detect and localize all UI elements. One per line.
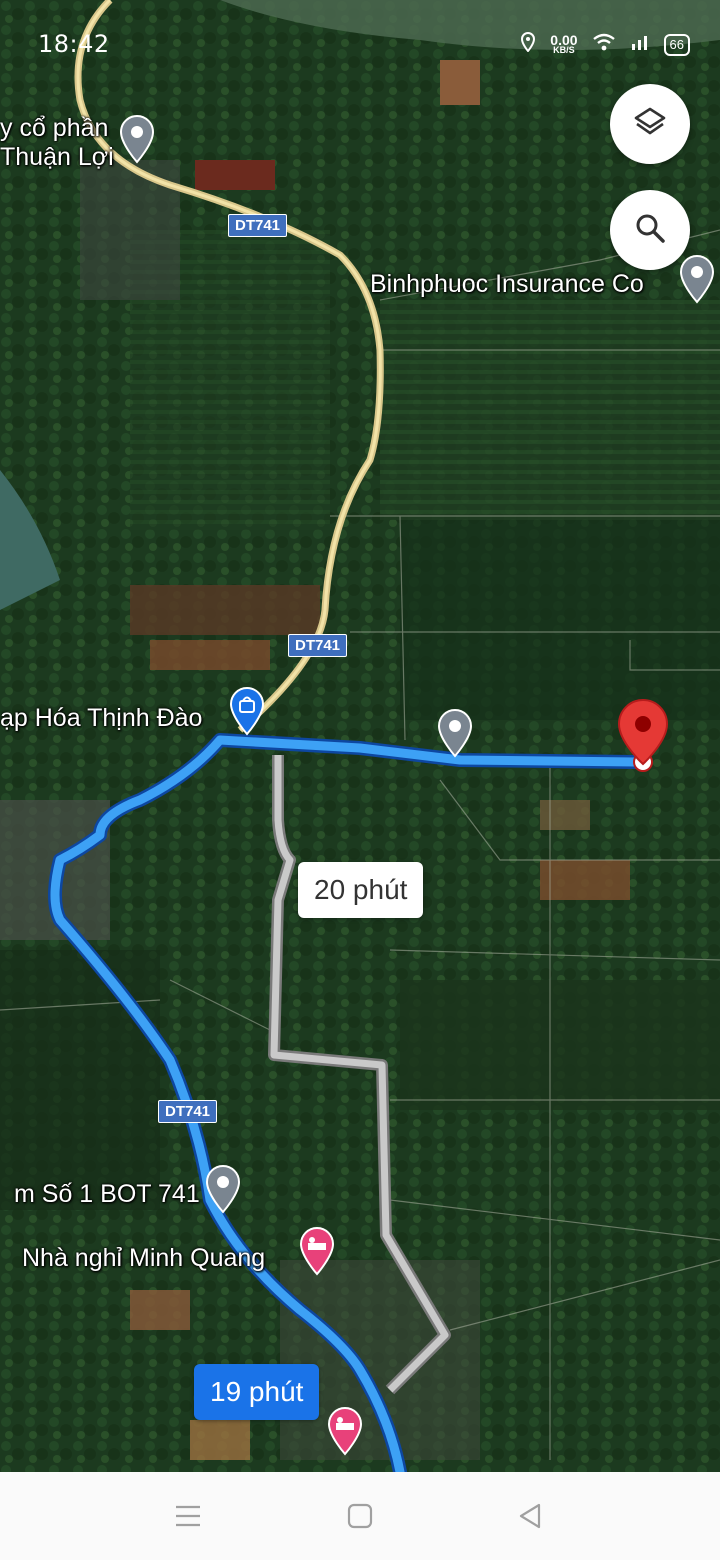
route-time-alternate[interactable]: 20 phút: [298, 862, 424, 918]
poi-label-insurance[interactable]: Binhphuoc Insurance Co: [370, 270, 644, 299]
poi-label-company[interactable]: y cổ phần Thuận Lợi: [0, 114, 114, 172]
poi-label-grocery[interactable]: ạp Hóa Thịnh Đào: [0, 704, 202, 733]
location-icon: [520, 31, 536, 57]
poi-label-motel[interactable]: Nhà nghỉ Minh Quang: [22, 1244, 265, 1273]
poi-label-toll-station[interactable]: m Số 1 BOT 741: [14, 1180, 200, 1209]
signal-icon: [630, 34, 650, 55]
poi-pin-icon[interactable]: [436, 708, 474, 763]
status-bar: 18:42 0.00 KB/S 66: [0, 24, 720, 64]
back-icon: [516, 1502, 544, 1535]
shopping-bag-pin-icon[interactable]: [228, 686, 266, 741]
wifi-icon: [592, 33, 616, 56]
search-icon: [633, 211, 667, 250]
map-view[interactable]: 18:42 0.00 KB/S 66 y cổ phần Thuận Lợi D…: [0, 0, 720, 1472]
status-time: 18:42: [38, 30, 110, 58]
poi-pin-icon[interactable]: [204, 1164, 242, 1219]
layers-button[interactable]: [610, 84, 690, 164]
layers-icon: [633, 105, 667, 144]
home-icon: [346, 1502, 374, 1535]
road-shield-middle: DT741: [288, 634, 348, 657]
route-time-main[interactable]: 19 phút: [194, 1364, 320, 1420]
network-speed: 0.00 KB/S: [550, 31, 578, 55]
poi-pin-icon[interactable]: [118, 114, 156, 169]
back-button[interactable]: [510, 1498, 550, 1538]
hotel-pin-icon[interactable]: [298, 1226, 336, 1281]
hotel-pin-icon[interactable]: [326, 1406, 364, 1461]
recent-apps-button[interactable]: [168, 1498, 208, 1538]
home-button[interactable]: [340, 1498, 380, 1538]
road-shield-top: DT741: [228, 214, 288, 237]
road-shield-bottom: DT741: [158, 1100, 218, 1123]
destination-pin-icon[interactable]: [614, 698, 672, 781]
battery-indicator: 66: [663, 33, 690, 56]
poi-pin-icon[interactable]: [678, 254, 716, 309]
recent-apps-icon: [174, 1504, 202, 1533]
system-nav-bar: [0, 1472, 720, 1560]
